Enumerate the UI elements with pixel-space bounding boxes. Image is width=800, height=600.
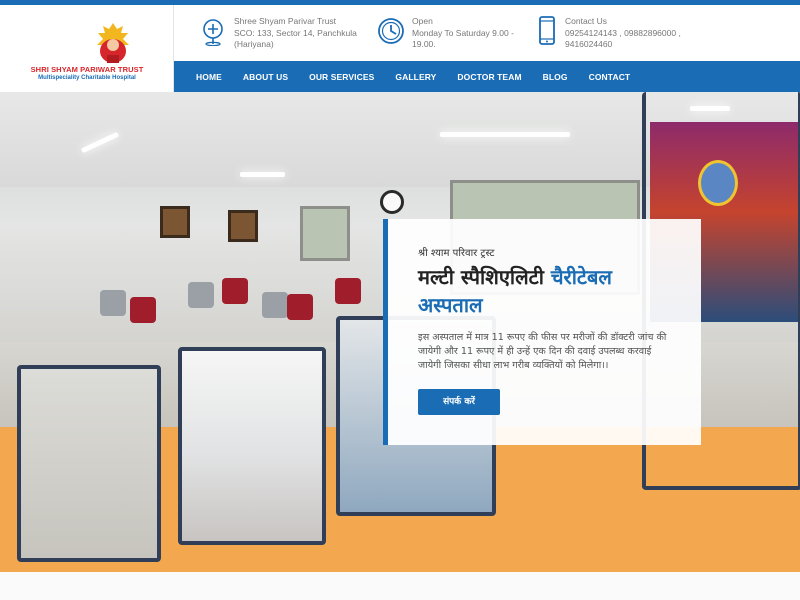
hours-text: Open Monday To Saturday 9.00 - 19.00. <box>412 16 514 51</box>
clock-icon <box>378 18 404 44</box>
contact-cta-button[interactable]: संपर्क करें <box>418 389 500 415</box>
main-nav: HOME ABOUT US OUR SERVICES GALLERY DOCTO… <box>174 61 800 92</box>
ceiling-light <box>440 132 570 137</box>
hero-banner: श्री श्याम परिवार ट्रस्ट मल्टी स्पैशिएलि… <box>0 92 800 572</box>
waiting-chair <box>335 278 361 304</box>
logo-subtitle: Multispeciality Charitable Hospital <box>38 75 136 81</box>
nav-our-services[interactable]: OUR SERVICES <box>309 72 374 82</box>
hours-line3: 19.00. <box>412 39 436 49</box>
hours-line1: Open <box>412 16 433 26</box>
hero-text-panel: श्री श्याम परिवार ट्रस्ट मल्टी स्पैशिएलि… <box>383 219 701 445</box>
hero-kicker: श्री श्याम परिवार ट्रस्ट <box>418 248 495 259</box>
gallery-card-checkup <box>178 347 326 545</box>
hero-title-part3: अस्पताल <box>418 293 483 317</box>
phone-icon <box>539 16 555 45</box>
hero-title-part1: मल्टी स्पैशिएलिटी <box>418 265 551 289</box>
hero-title: मल्टी स्पैशिएलिटी चैरीटेबल अस्पताल <box>418 263 700 319</box>
nav-contact[interactable]: CONTACT <box>589 72 631 82</box>
nav-blog[interactable]: BLOG <box>543 72 568 82</box>
wall-clock-icon <box>380 190 404 214</box>
waiting-chair <box>262 292 288 318</box>
logo[interactable]: SHRI SHYAM PARIWAR TRUST Multispeciality… <box>0 5 174 92</box>
gallery-card-corridor <box>17 365 161 562</box>
waiting-chair <box>130 297 156 323</box>
nav-home[interactable]: HOME <box>196 72 222 82</box>
address-line2: SCO: 133, Sector 14, Panchkula <box>234 27 357 38</box>
waiting-chair <box>188 282 214 308</box>
address-line3: (Hariyana) <box>234 39 274 49</box>
nav-doctor-team[interactable]: DOCTOR TEAM <box>457 72 521 82</box>
contact-text: Contact Us 09254124143 , 09882896000 , 9… <box>565 16 681 51</box>
wall-picture <box>160 206 190 238</box>
below-hero-section <box>0 572 800 600</box>
hero-description: इस अस्पताल में मात्र 11 रूपए की फीस पर म… <box>418 332 667 371</box>
logo-title: SHRI SHYAM PARIWAR TRUST <box>30 65 144 74</box>
contact-line1: Contact Us <box>565 16 608 26</box>
nav-gallery[interactable]: GALLERY <box>395 72 436 82</box>
ceiling-light <box>240 172 285 177</box>
address-text: Shree Shyam Parivar Trust SCO: 133, Sect… <box>234 16 357 51</box>
location-icon <box>203 19 223 46</box>
wall-picture <box>228 210 258 242</box>
waiting-chair <box>100 290 126 316</box>
nav-about-us[interactable]: ABOUT US <box>243 72 288 82</box>
contact-phone-3[interactable]: 9416024460 <box>565 39 681 51</box>
waiting-chair <box>287 294 313 320</box>
hours-line2: Monday To Saturday 9.00 - <box>412 27 514 38</box>
info-bar: Shree Shyam Parivar Trust SCO: 133, Sect… <box>174 5 800 61</box>
hero-window <box>300 206 350 261</box>
waiting-chair <box>222 278 248 304</box>
contact-phones[interactable]: 09254124143 , 09882896000 , <box>565 28 681 40</box>
hero-title-highlight: चैरीटेबल <box>550 265 612 289</box>
address-line1: Shree Shyam Parivar Trust <box>234 16 337 26</box>
deity-emblem-icon <box>97 23 129 63</box>
